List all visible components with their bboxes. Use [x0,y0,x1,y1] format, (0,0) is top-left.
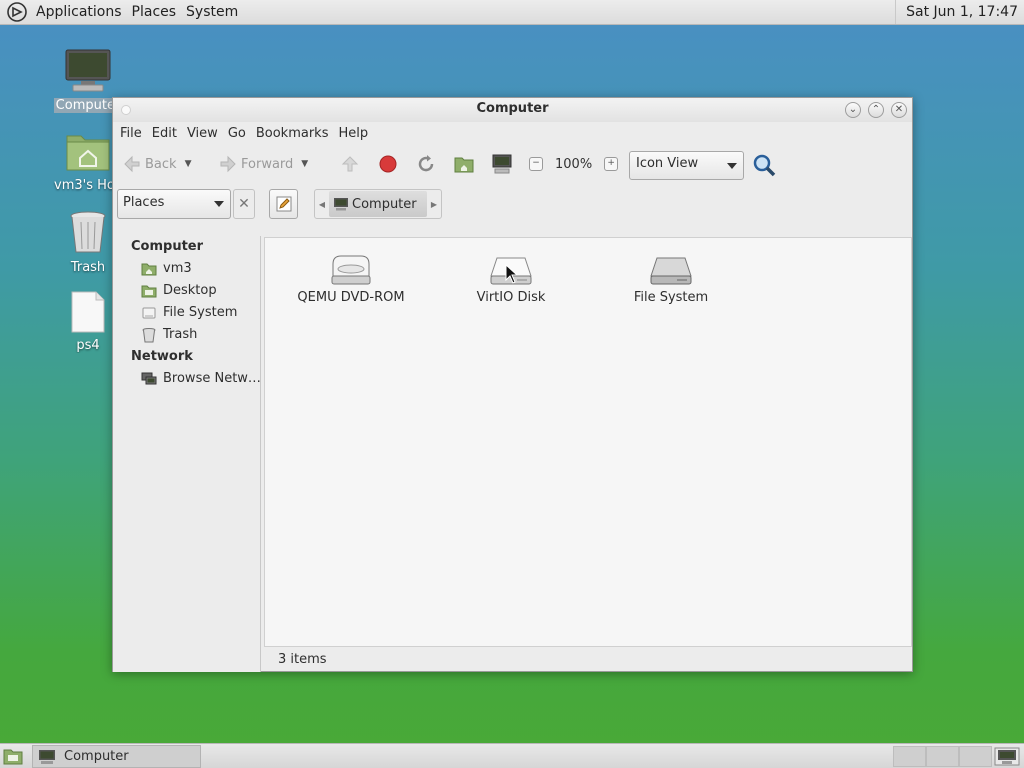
dropdown-arrow-icon [727,163,737,169]
sidebar-heading-computer: Computer [131,239,204,254]
minimize-button[interactable]: ⌄ [845,102,861,118]
top-panel: Applications Places System Sat Jun 1, 17… [0,0,1024,25]
places-menu[interactable]: Places [127,4,182,20]
desktop-icon-label: Trash [70,260,106,275]
sidebar-item-label: File System [163,305,238,320]
desktop-folder-icon [141,285,157,298]
clock[interactable]: Sat Jun 1, 17:47 [895,0,1024,24]
workspace-1[interactable] [893,746,926,767]
item-label: VirtIO Disk [476,290,546,305]
edit-icon [276,196,291,212]
menu-file[interactable]: File [115,126,147,141]
forward-button[interactable]: Forward ▼ [215,151,331,177]
computer-icon [39,749,55,764]
drive-icon [142,307,156,319]
sidebar-item-desktop[interactable]: Desktop [113,280,260,302]
back-button[interactable]: Back ▼ [119,151,211,177]
sidebar-item-label: Browse Netw… [163,371,260,386]
toggle-location-entry-button[interactable] [269,189,298,219]
desktop-icon-label: ps4 [76,338,100,353]
search-icon[interactable] [751,152,777,178]
places-sidebar: Computer vm3 Desktop File System Trash N… [113,236,261,672]
sidebar-item-vm3[interactable]: vm3 [113,258,260,280]
maximize-button[interactable]: ⌃ [868,102,884,118]
breadcrumb-computer[interactable]: Computer [329,191,427,217]
sidebar-item-trash[interactable]: Trash [113,324,260,346]
close-button[interactable]: ✕ [891,102,907,118]
menu-view[interactable]: View [182,126,223,141]
menu-go[interactable]: Go [223,126,251,141]
back-arrow-icon [119,151,145,177]
trash-icon [142,328,156,343]
up-arrow-icon[interactable] [337,151,363,177]
view-mode-select[interactable]: Icon View [629,151,744,180]
breadcrumb: ◀ Computer ▶ [314,189,442,219]
file-manager-window: Computer ⌄ ⌃ ✕ File Edit View Go Bookmar… [112,97,913,672]
show-desktop-icon[interactable] [3,748,23,765]
workspace-3[interactable] [959,746,992,767]
places-label: Places [123,195,165,210]
optical-drive-icon [331,255,371,285]
home-folder-icon [66,135,110,171]
sidebar-item-browse-network[interactable]: Browse Netw… [113,368,260,390]
status-bar: 3 items [278,652,327,667]
taskbar-button-computer[interactable]: Computer [32,745,201,768]
zoom-in-button[interactable]: + [598,151,624,177]
zoom-level: 100% [555,156,593,172]
forward-label: Forward [241,156,294,172]
sidebar-item-label: vm3 [163,261,192,276]
taskbar-label: Computer [64,749,129,764]
breadcrumb-label: Computer [352,196,417,212]
forward-arrow-icon [215,151,241,177]
network-icon [141,372,157,385]
workspace-2[interactable] [926,746,959,767]
mouse-cursor-icon [505,264,519,284]
icon-view[interactable]: QEMU DVD-ROM VirtIO Disk File System [264,237,912,647]
window-title: Computer [476,101,549,116]
menu-help[interactable]: Help [333,126,373,141]
sidebar-heading-network: Network [131,349,193,364]
computer-icon [65,49,111,92]
hard-disk-icon [650,257,692,285]
back-label: Back [145,156,177,172]
item-label: QEMU DVD-ROM [297,290,405,305]
applications-menu[interactable]: Applications [31,4,127,20]
breadcrumb-left-icon[interactable]: ◀ [315,200,329,209]
item-file-system[interactable]: File System [601,252,741,305]
location-bar: Places ✕ ◀ Computer ▶ [113,184,912,226]
sidebar-mode-select[interactable]: Places [117,189,231,219]
dropdown-arrow-icon [214,201,224,207]
home-folder-icon [141,263,157,276]
back-history-chevron-icon[interactable]: ▼ [185,159,192,169]
bottom-panel: Computer [0,743,1024,768]
sidebar-item-label: Desktop [163,283,217,298]
menu-edit[interactable]: Edit [147,126,182,141]
sidebar-item-label: Trash [163,327,198,342]
home-icon[interactable] [451,151,477,177]
view-mode-label: Icon View [636,156,699,171]
system-menu[interactable]: System [181,4,243,20]
file-icon [71,291,105,333]
reload-icon[interactable] [413,151,439,177]
zoom-out-button[interactable]: − [523,151,549,177]
computer-icon [334,198,348,211]
breadcrumb-right-icon[interactable]: ▶ [427,200,441,209]
item-qemu-dvd-rom[interactable]: QEMU DVD-ROM [281,252,421,305]
distro-logo-icon[interactable] [7,2,27,22]
computer-icon[interactable] [489,151,515,177]
toolbar: Back ▼ Forward ▼ − 100% + Icon View [113,144,912,184]
menubar: File Edit View Go Bookmarks Help [113,122,912,144]
trash-icon [70,211,106,253]
forward-history-chevron-icon[interactable]: ▼ [301,159,308,169]
titlebar[interactable]: Computer ⌄ ⌃ ✕ [113,98,912,122]
item-label: File System [633,290,709,305]
stop-icon[interactable] [375,151,401,177]
sidebar-item-file-system[interactable]: File System [113,302,260,324]
close-sidebar-button[interactable]: ✕ [233,189,255,219]
menu-bookmarks[interactable]: Bookmarks [251,126,334,141]
workspace-switcher-icon[interactable] [994,747,1020,766]
